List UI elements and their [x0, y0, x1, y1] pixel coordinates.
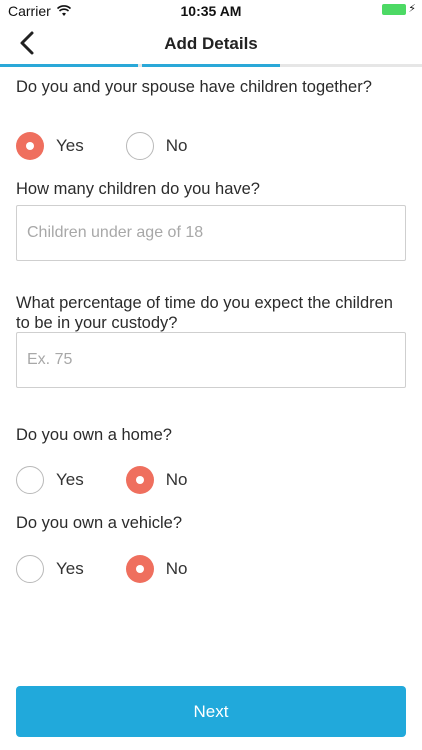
- charging-bolt-icon: ⚡: [408, 3, 416, 15]
- radio-children-together-no[interactable]: No: [125, 132, 188, 160]
- radio-own-home-yes[interactable]: Yes: [16, 466, 84, 494]
- radio-label: No: [165, 470, 188, 489]
- radio-own-vehicle-yes[interactable]: Yes: [16, 555, 84, 583]
- radio-circle[interactable]: [16, 132, 44, 160]
- progress-segment-2: [142, 64, 280, 67]
- radio-own-home-no[interactable]: No: [125, 466, 188, 494]
- radio-circle[interactable]: [16, 555, 44, 583]
- battery-icon: [382, 4, 407, 15]
- radio-circle[interactable]: [16, 466, 44, 494]
- radio-own-vehicle-no[interactable]: No: [125, 555, 188, 583]
- page-title: Add Details: [164, 34, 258, 53]
- radio-circle[interactable]: [125, 466, 154, 494]
- children-count-input[interactable]: [16, 205, 406, 261]
- radio-dot: [26, 142, 34, 150]
- radio-dot: [135, 476, 144, 484]
- radio-children-together-yes[interactable]: Yes: [16, 132, 84, 160]
- question-custody-percentage: What percentage of time do you expect th…: [16, 294, 393, 332]
- next-button[interactable]: Next: [16, 686, 406, 737]
- radio-label: No: [165, 559, 188, 578]
- question-children-count: How many children do you have?: [16, 180, 260, 198]
- radio-group-own-home: Yes No: [16, 466, 229, 494]
- progress-segment-1: [0, 64, 138, 67]
- radio-label: Yes: [56, 559, 84, 578]
- radio-group-own-vehicle: Yes No: [16, 555, 229, 583]
- question-own-home: Do you own a home?: [16, 426, 172, 444]
- add-details-screen: Carrier 10:35 AM ⚡ Add Details Do you an…: [0, 0, 422, 750]
- radio-label: Yes: [56, 136, 84, 155]
- status-right: ⚡: [382, 4, 416, 15]
- radio-circle[interactable]: [125, 555, 154, 583]
- custody-percentage-input[interactable]: [16, 332, 406, 388]
- radio-label: No: [165, 136, 188, 155]
- radio-dot: [135, 565, 144, 573]
- navigation-bar: Add Details: [0, 22, 422, 64]
- radio-group-children-together: Yes No: [16, 132, 229, 160]
- radio-circle[interactable]: [125, 132, 154, 160]
- status-bar: Carrier 10:35 AM ⚡: [0, 0, 422, 22]
- status-time: 10:35 AM: [180, 3, 242, 19]
- question-own-vehicle: Do you own a vehicle?: [16, 514, 183, 532]
- question-children-together: Do you and your spouse have children tog…: [16, 78, 372, 96]
- radio-label: Yes: [56, 470, 84, 489]
